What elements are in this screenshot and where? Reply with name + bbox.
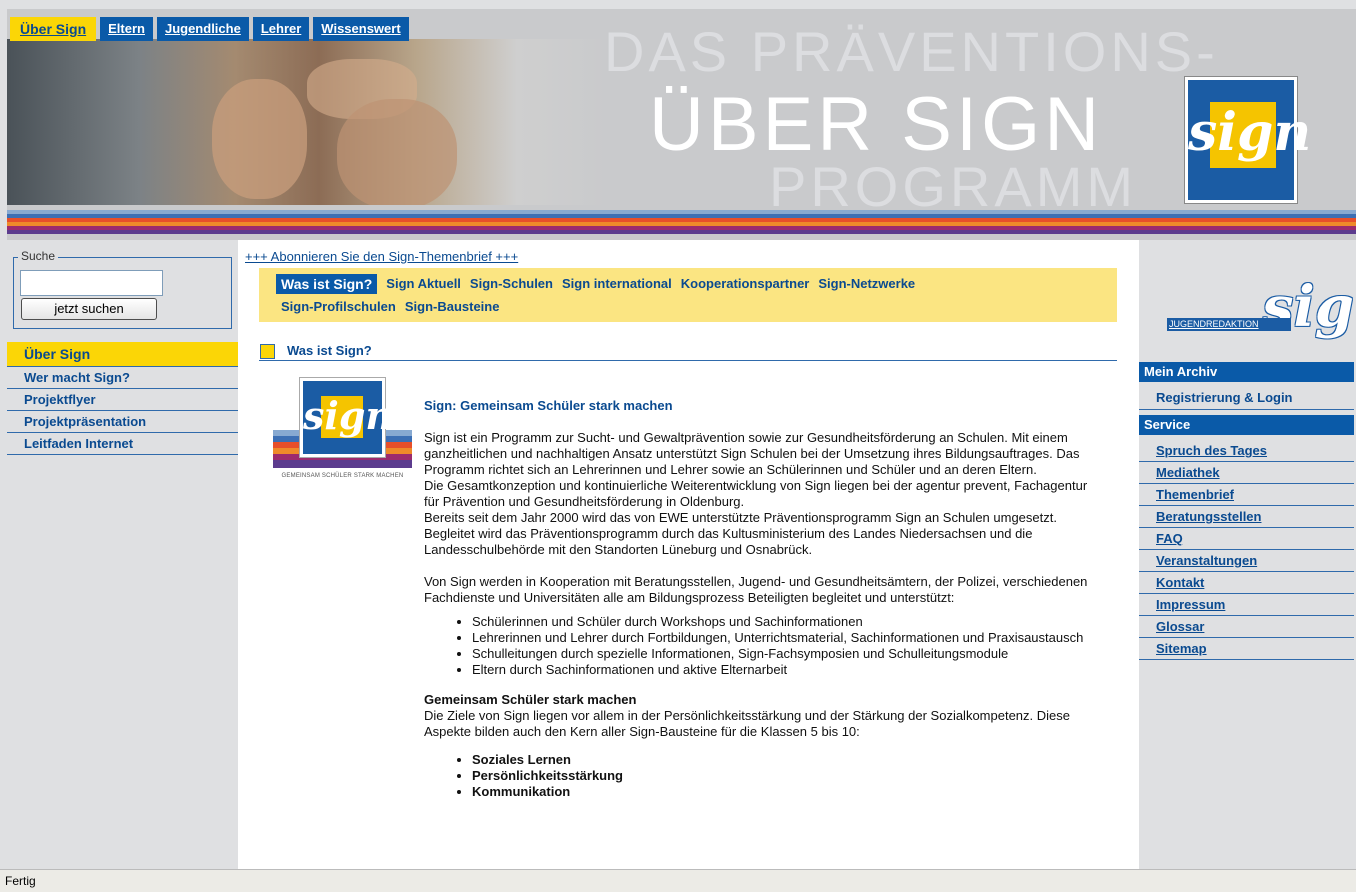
section-header: Was ist Sign?	[259, 342, 1117, 361]
service-item-mediathek[interactable]: Mediathek	[1139, 462, 1354, 484]
list-item: Schülerinnen und Schüler durch Workshops…	[472, 614, 1104, 630]
search-button[interactable]: jetzt suchen	[21, 298, 157, 320]
nav-tab-ueber-sign[interactable]: Über Sign	[10, 17, 97, 41]
headline-bottom: PROGRAMM	[769, 155, 1137, 218]
article-body: Sign: Gemeinsam Schüler stark machen Sig…	[424, 398, 1104, 814]
service-item-kontakt[interactable]: Kontakt	[1139, 572, 1354, 594]
nav-tab-lehrer[interactable]: Lehrer	[252, 17, 310, 41]
service-item-faq[interactable]: FAQ	[1139, 528, 1354, 550]
search-legend: Suche	[18, 249, 59, 263]
section-marker-icon	[260, 344, 275, 359]
subnav-kooperationspartner[interactable]: Kooperationspartner	[681, 276, 810, 291]
subnav-sign-international[interactable]: Sign international	[562, 276, 672, 291]
service-item-sitemap[interactable]: Sitemap	[1139, 638, 1354, 660]
header-stripes	[7, 205, 1356, 240]
paragraph-2: Die Gesamtkonzeption und kontinuierliche…	[424, 478, 1088, 509]
headline-top: DAS PRÄVENTIONS-	[604, 20, 1219, 83]
header-photo	[7, 39, 607, 209]
service-item-spruch[interactable]: Spruch des Tages	[1139, 440, 1354, 462]
content-logo: sign GEMEINSAM SCHÜLER STARK MACHEN	[273, 378, 412, 482]
list-item: Soziales Lernen	[472, 752, 1104, 768]
service-item-veranstaltungen[interactable]: Veranstaltungen	[1139, 550, 1354, 572]
list-item: Kommunikation	[472, 784, 1104, 800]
subnav-sign-bausteine[interactable]: Sign-Bausteine	[405, 299, 500, 314]
nav-tab-eltern[interactable]: Eltern	[100, 17, 153, 41]
subnav-sign-aktuell[interactable]: Sign Aktuell	[386, 276, 461, 291]
service-header: Service	[1139, 415, 1354, 435]
list-item: Schulleitungen durch spezielle Informati…	[472, 646, 1104, 662]
list-item: Eltern durch Sachinformationen und aktiv…	[472, 662, 1104, 678]
leftnav-item-projektpraesentation[interactable]: Projektpräsentation	[7, 411, 238, 433]
right-column: sign JUGENDREDAKTION Mein Archiv Registr…	[1139, 240, 1356, 869]
leftnav-item-projektflyer[interactable]: Projektflyer	[7, 389, 238, 411]
subnav-was-ist-sign[interactable]: Was ist Sign?	[276, 273, 378, 294]
service-item-beratungsstellen[interactable]: Beratungsstellen	[1139, 506, 1354, 528]
list-item: Persönlichkeitsstärkung	[472, 768, 1104, 784]
nav-tab-jugendliche[interactable]: Jugendliche	[156, 17, 249, 41]
subnav-sign-schulen[interactable]: Sign-Schulen	[470, 276, 553, 291]
top-nav: Über Sign Eltern Jugendliche Lehrer Wiss…	[10, 17, 409, 41]
leftnav-item-wer-macht-sign[interactable]: Wer macht Sign?	[7, 367, 238, 389]
browser-status-bar: Fertig	[0, 869, 1356, 892]
service-item-glossar[interactable]: Glossar	[1139, 616, 1354, 638]
service-item-impressum[interactable]: Impressum	[1139, 594, 1354, 616]
archive-header: Mein Archiv	[1139, 362, 1354, 382]
jugendredaktion-link[interactable]: JUGENDREDAKTION	[1167, 318, 1291, 331]
registrierung-login-link[interactable]: Registrierung & Login	[1139, 386, 1354, 410]
subnav-sign-netzwerke[interactable]: Sign-Netzwerke	[818, 276, 915, 291]
search-input[interactable]	[20, 270, 163, 296]
sign-logo[interactable]: sign	[1185, 77, 1311, 203]
jugendredaktion-logo[interactable]: sign JUGENDREDAKTION	[1167, 274, 1356, 354]
section-title: Was ist Sign?	[287, 343, 372, 358]
paragraph-5: Die Ziele von Sign liegen vor allem in d…	[424, 708, 1071, 739]
paragraph-3: Bereits seit dem Jahr 2000 wird das von …	[424, 510, 1057, 557]
subheading: Gemeinsam Schüler stark machen	[424, 692, 637, 707]
main-content: +++ Abonnieren Sie den Sign-Themenbrief …	[238, 240, 1139, 869]
paragraph-1: Sign ist ein Programm zur Sucht- und Gew…	[424, 430, 1080, 477]
nav-tab-wissenswert[interactable]: Wissenswert	[313, 17, 409, 41]
goals-list: Soziales Lernen Persönlichkeitsstärkung …	[458, 752, 1104, 800]
paragraph-4: Von Sign werden in Kooperation mit Berat…	[424, 574, 1088, 605]
search-box: Suche jetzt suchen	[13, 249, 232, 329]
list-item: Lehrerinnen und Lehrer durch Fortbildung…	[472, 630, 1104, 646]
left-nav: Über Sign Wer macht Sign? Projektflyer P…	[7, 342, 238, 455]
sub-nav: Was ist Sign? Sign Aktuell Sign-Schulen …	[259, 268, 1117, 322]
content-logo-caption: GEMEINSAM SCHÜLER STARK MACHEN	[281, 473, 404, 479]
leftnav-item-leitfaden-internet[interactable]: Leitfaden Internet	[7, 433, 238, 455]
subscribe-link[interactable]: +++ Abonnieren Sie den Sign-Themenbrief …	[245, 249, 518, 264]
left-column: Suche jetzt suchen Über Sign Wer macht S…	[7, 240, 238, 869]
leftnav-item-ueber-sign[interactable]: Über Sign	[7, 342, 238, 367]
status-text: Fertig	[5, 874, 36, 888]
support-list: Schülerinnen und Schüler durch Workshops…	[458, 614, 1104, 678]
subnav-sign-profilschulen[interactable]: Sign-Profilschulen	[281, 299, 396, 314]
service-item-themenbrief[interactable]: Themenbrief	[1139, 484, 1354, 506]
article-heading: Sign: Gemeinsam Schüler stark machen	[424, 398, 673, 413]
page-header: DAS PRÄVENTIONS- ÜBER SIGN PROGRAMM sign…	[7, 9, 1356, 240]
